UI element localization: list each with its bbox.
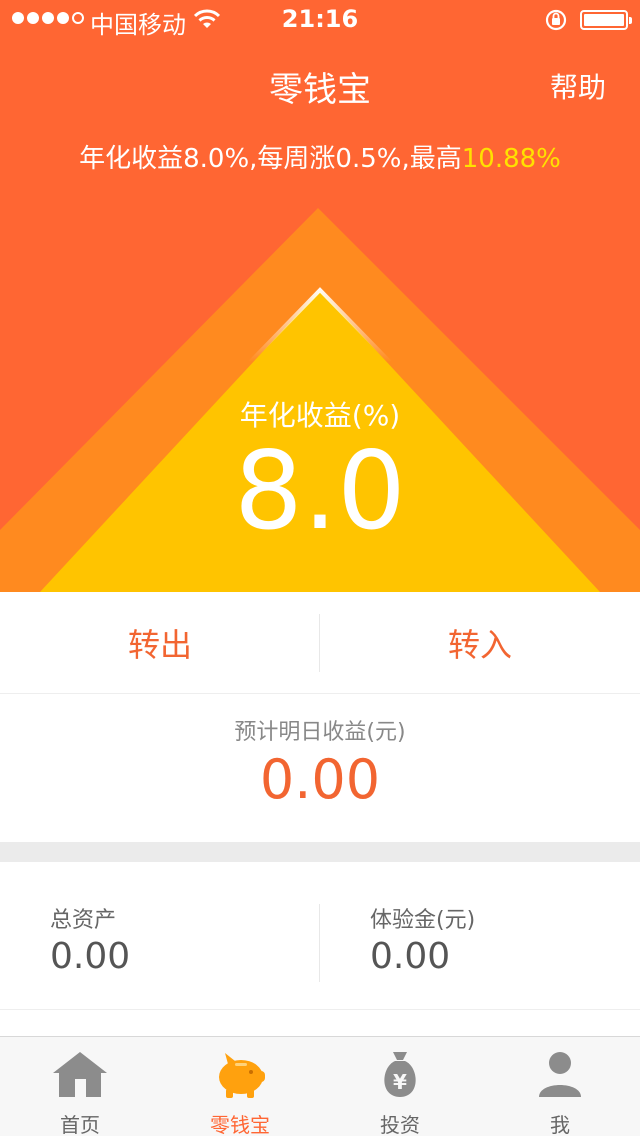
- section-separator: [0, 842, 640, 862]
- tab-label: 我: [550, 1113, 570, 1136]
- transfer-actions: 转出 转入: [0, 592, 640, 694]
- svg-text:¥: ¥: [393, 1070, 407, 1094]
- tab-invest[interactable]: ¥ 投资: [320, 1037, 480, 1136]
- help-button[interactable]: 帮助: [550, 66, 606, 106]
- hero-section: 中国移动 21:16 零钱宝 帮助 年化收益8.0%,每周涨0.5%,最高10.…: [0, 0, 640, 592]
- total-assets-value: 0.00: [50, 936, 131, 977]
- total-assets-label: 总资产: [50, 908, 117, 933]
- trial-funds-value: 0.00: [370, 936, 451, 977]
- money-bag-icon: ¥: [371, 1049, 429, 1103]
- forecast-value: 0.00: [259, 748, 381, 811]
- user-icon: [531, 1049, 589, 1103]
- total-assets[interactable]: 总资产 0.00: [0, 862, 320, 1010]
- tab-home[interactable]: 首页: [0, 1037, 160, 1136]
- tab-me[interactable]: 我: [480, 1037, 640, 1136]
- battery-icon: [580, 10, 632, 30]
- asset-summary: 总资产 0.00 体验金(元) 0.00: [0, 862, 640, 1010]
- forecast-earnings: 预计明日收益(元) 0.00: [0, 694, 640, 842]
- forecast-label: 预计明日收益(元): [234, 720, 406, 745]
- annual-rate-label: 年化收益(%): [239, 399, 401, 432]
- transfer-out-button[interactable]: 转出: [0, 592, 320, 694]
- tab-label: 首页: [60, 1113, 100, 1136]
- promo-highlight: 10.88%: [461, 144, 561, 174]
- tab-label: 投资: [380, 1113, 420, 1136]
- tab-label: 零钱宝: [210, 1113, 270, 1136]
- tab-wallet[interactable]: 零钱宝: [160, 1037, 320, 1136]
- rotation-lock-icon: [544, 8, 568, 38]
- status-bar: 中国移动 21:16: [0, 0, 640, 40]
- trial-funds-label: 体验金(元): [370, 908, 476, 933]
- page-title: 零钱宝: [269, 70, 371, 110]
- home-icon: [51, 1049, 109, 1103]
- promo-banner: 年化收益8.0%,每周涨0.5%,最高10.88%: [0, 138, 640, 175]
- tab-bar: 首页 零钱宝 ¥ 投资 我: [0, 1036, 640, 1136]
- promo-text: 年化收益8.0%,每周涨0.5%,最高: [79, 144, 462, 174]
- transfer-in-button[interactable]: 转入: [320, 592, 640, 694]
- piggy-bank-icon: [211, 1049, 269, 1103]
- annual-rate-value: 8.0: [234, 429, 406, 554]
- trial-funds[interactable]: 体验金(元) 0.00: [320, 862, 640, 1010]
